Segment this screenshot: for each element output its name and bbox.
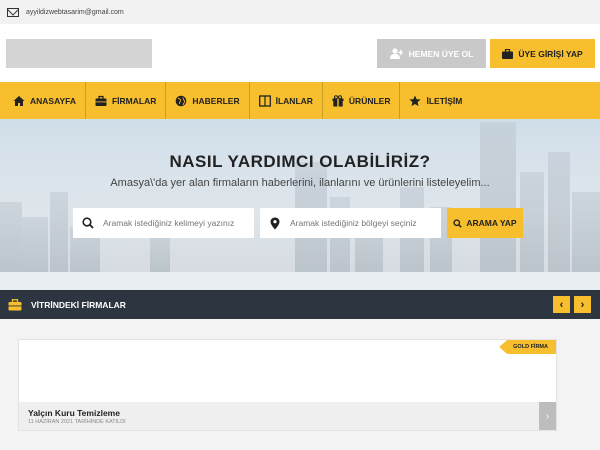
featured-firms-header: VİTRİNDEKİ FİRMALAR ‹ › bbox=[0, 290, 600, 319]
nav-item-firms[interactable]: FİRMALAR bbox=[86, 82, 167, 119]
map-marker-icon bbox=[260, 217, 290, 230]
nav-item-news[interactable]: HABERLER bbox=[166, 82, 250, 119]
main-nav: ANASAYFA FİRMALAR HABERLER İLANLAR ÜRÜNL… bbox=[0, 82, 600, 119]
envelope-icon bbox=[7, 7, 19, 17]
hero-subtitle: Amasya\'da yer alan firmaların haberleri… bbox=[110, 177, 490, 189]
nav-item-listings[interactable]: İLANLAR bbox=[250, 82, 323, 119]
search-form: ARAMA YAP bbox=[73, 208, 523, 238]
login-button[interactable]: ÜYE GİRİŞİ YAP bbox=[490, 39, 595, 68]
briefcase-icon bbox=[95, 95, 107, 106]
contact-email[interactable]: ayyildizwebtasarim@gmail.com bbox=[26, 9, 124, 16]
briefcase-icon bbox=[502, 48, 514, 59]
nav-item-home[interactable]: ANASAYFA bbox=[4, 82, 86, 119]
home-icon bbox=[13, 95, 25, 106]
location-input[interactable] bbox=[290, 218, 435, 228]
gift-icon bbox=[332, 94, 344, 106]
keyword-input[interactable] bbox=[103, 218, 248, 228]
chevron-right-icon: › bbox=[545, 410, 550, 422]
nav-item-label: HABERLER bbox=[192, 95, 240, 106]
site-logo[interactable] bbox=[6, 39, 152, 68]
site-header: HEMEN ÜYE OL ÜYE GİRİŞİ YAP bbox=[0, 24, 600, 82]
featured-firms-title: VİTRİNDEKİ FİRMALAR bbox=[31, 299, 126, 310]
top-bar: ayyildizwebtasarim@gmail.com bbox=[0, 0, 600, 24]
nav-item-products[interactable]: ÜRÜNLER bbox=[323, 82, 401, 119]
firm-join-date: 11 HAZİRAN 2021 TARİHİNDE KATILDI bbox=[28, 419, 126, 425]
nav-item-label: İLANLAR bbox=[275, 95, 313, 106]
firm-card-open-button[interactable]: › bbox=[539, 402, 556, 430]
search-icon bbox=[453, 218, 463, 228]
user-plus-icon bbox=[389, 48, 403, 59]
hero-title: NASIL YARDIMCI OLABİLİRİZ? bbox=[169, 152, 431, 171]
carousel-prev-button[interactable]: ‹ bbox=[553, 296, 570, 313]
carousel-next-button[interactable]: › bbox=[574, 296, 591, 313]
nav-item-label: FİRMALAR bbox=[111, 95, 157, 106]
register-button[interactable]: HEMEN ÜYE OL bbox=[377, 39, 486, 68]
chevron-right-icon: › bbox=[580, 298, 585, 311]
search-button-label: ARAMA YAP bbox=[466, 218, 517, 228]
firm-card-footer: Yalçın Kuru Temizleme 11 HAZİRAN 2021 TA… bbox=[19, 402, 556, 430]
firm-name[interactable]: Yalçın Kuru Temizleme bbox=[28, 408, 120, 418]
keyword-search-box bbox=[73, 208, 254, 238]
nav-item-contact[interactable]: İLETİŞİM bbox=[400, 82, 471, 119]
firm-card[interactable]: GOLD FİRMA Yalçın Kuru Temizleme 11 HAZİ… bbox=[18, 339, 557, 431]
columns-icon bbox=[258, 94, 271, 107]
register-button-label: HEMEN ÜYE OL bbox=[408, 48, 474, 59]
star-icon bbox=[409, 95, 422, 106]
nav-item-label: İLETİŞİM bbox=[426, 95, 463, 106]
section-spacer bbox=[0, 272, 600, 290]
search-icon bbox=[73, 217, 103, 229]
gold-firm-badge: GOLD FİRMA bbox=[499, 340, 556, 354]
chevron-left-icon: ‹ bbox=[559, 298, 564, 311]
search-button[interactable]: ARAMA YAP bbox=[447, 208, 523, 238]
nav-item-label: ANASAYFA bbox=[30, 95, 76, 106]
globe-icon bbox=[176, 95, 187, 106]
location-search-box bbox=[260, 208, 441, 238]
nav-item-label: ÜRÜNLER bbox=[348, 95, 391, 106]
login-button-label: ÜYE GİRİŞİ YAP bbox=[518, 48, 583, 59]
briefcase-icon bbox=[8, 298, 22, 310]
hero-banner: NASIL YARDIMCI OLABİLİRİZ? Amasya\'da ye… bbox=[0, 119, 600, 272]
